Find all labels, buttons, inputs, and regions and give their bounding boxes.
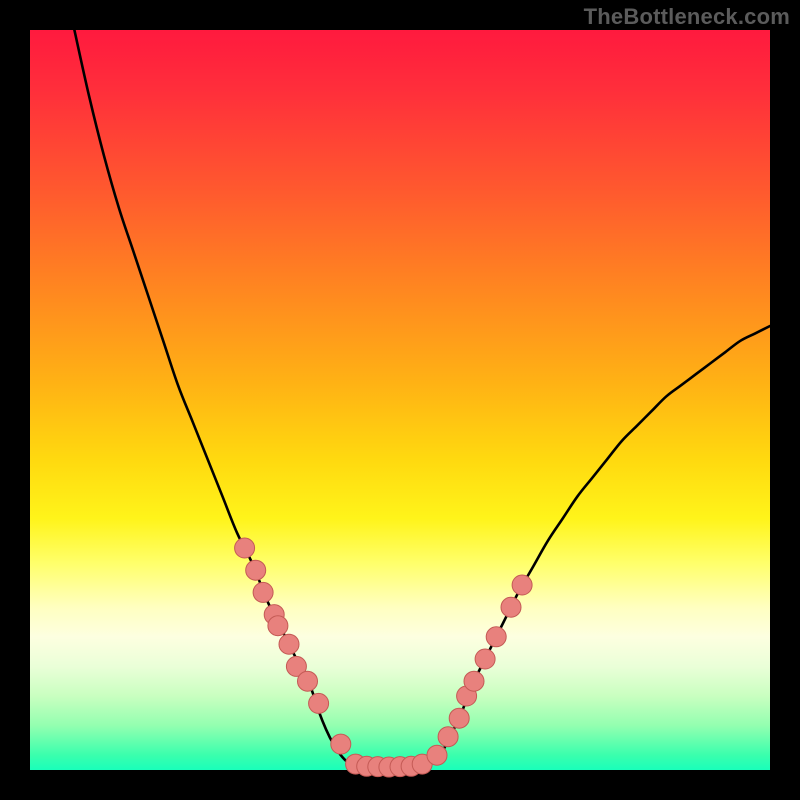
data-marker: [309, 693, 329, 713]
data-marker: [438, 727, 458, 747]
data-marker: [268, 616, 288, 636]
data-marker: [512, 575, 532, 595]
data-marker: [449, 708, 469, 728]
data-marker: [464, 671, 484, 691]
data-marker: [253, 582, 273, 602]
chart-svg: [30, 30, 770, 770]
bottleneck-curve: [74, 30, 770, 768]
data-marker: [279, 634, 299, 654]
plot-area: [30, 30, 770, 770]
data-marker: [475, 649, 495, 669]
chart-stage: TheBottleneck.com: [0, 0, 800, 800]
data-marker: [501, 597, 521, 617]
data-marker: [246, 560, 266, 580]
data-marker: [235, 538, 255, 558]
watermark-text: TheBottleneck.com: [584, 4, 790, 30]
data-marker: [486, 627, 506, 647]
data-marker: [427, 745, 447, 765]
line-layer: [74, 30, 770, 768]
data-marker: [298, 671, 318, 691]
marker-layer: [235, 538, 532, 777]
data-marker: [331, 734, 351, 754]
